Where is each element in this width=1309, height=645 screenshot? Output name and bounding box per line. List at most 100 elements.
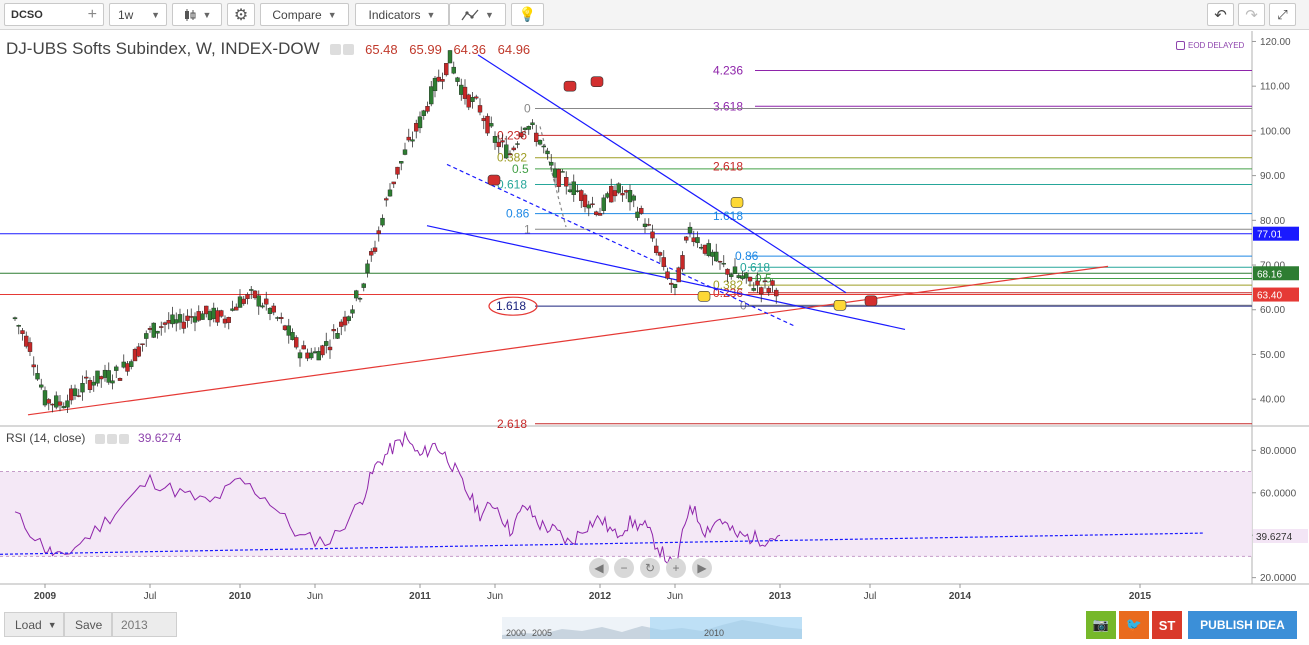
rsi-last-value: 39.6274 (1256, 532, 1293, 543)
twitter-button[interactable]: 🐦 (1119, 611, 1149, 639)
eye-icon[interactable] (94, 433, 105, 444)
candle-body (657, 252, 663, 256)
candle-body (597, 213, 603, 216)
high-value: 65.99 (409, 42, 442, 57)
candle-body (219, 310, 224, 317)
save-button[interactable]: Save (64, 612, 112, 637)
candle-body (470, 97, 475, 102)
time-tick-label: 2011 (409, 591, 431, 602)
candle-body (320, 345, 325, 356)
fib-level-label: 0.5 (512, 162, 529, 176)
candle-body (680, 255, 685, 270)
time-tick-label: Jun (667, 591, 683, 602)
main-pane[interactable] (0, 31, 1252, 426)
navigator-year-label: 2010 (704, 628, 724, 638)
zoom-out-button[interactable]: − (614, 558, 634, 578)
candle-body (65, 400, 70, 408)
rsi-value: 39.6274 (138, 431, 182, 445)
annotation-marker[interactable] (864, 295, 878, 307)
candle-body (534, 132, 539, 142)
candle-body (72, 388, 78, 396)
eye-icon[interactable] (330, 44, 342, 56)
rsi-tick-label: 60.0000 (1260, 488, 1297, 499)
candle-body (204, 305, 209, 315)
candle-body (507, 153, 513, 156)
close-icon[interactable] (118, 433, 129, 444)
load-button[interactable]: Load ▼ (4, 612, 64, 637)
annotation-marker[interactable] (730, 197, 744, 208)
candle-body (620, 193, 625, 196)
candle-body (87, 380, 93, 390)
candle-body (76, 395, 81, 397)
chart-name-label: 2013 (121, 617, 148, 632)
time-tick-label: Jun (487, 591, 503, 602)
candle-body (770, 280, 775, 286)
annotation-marker[interactable] (697, 291, 711, 302)
candle-body (369, 251, 374, 256)
candle-body (575, 190, 580, 192)
zoom-in-button[interactable]: + (666, 558, 686, 578)
chart-canvas[interactable]: 40.0050.0060.0070.0080.0090.00100.00110.… (0, 0, 1309, 605)
candle-body (297, 352, 303, 359)
candle-body (384, 198, 389, 201)
gear-icon[interactable] (343, 44, 355, 56)
candle-body (357, 298, 363, 300)
save-label: Save (75, 617, 103, 632)
fib-level-label: 0 (740, 298, 747, 312)
candle-body (215, 310, 220, 323)
candle-body (309, 352, 314, 359)
chart-name-field[interactable]: 2013 (112, 612, 177, 637)
candle-body (102, 369, 108, 378)
candle-body (125, 363, 130, 372)
candle-body (316, 351, 321, 361)
candle-body (391, 181, 396, 185)
candle-body (504, 144, 509, 159)
annotation-marker[interactable] (590, 76, 604, 88)
candle-body (174, 319, 179, 324)
navigator-strip[interactable]: 2000 2005 2010 (502, 617, 802, 639)
candle-body (114, 366, 119, 371)
candle-body (245, 294, 250, 299)
candle-body (710, 251, 715, 257)
snapshot-button[interactable]: 📷 (1086, 611, 1116, 639)
scroll-right-button[interactable]: ▶ (692, 558, 712, 578)
candle-body (410, 139, 415, 142)
candle-body (440, 79, 445, 82)
candle-body (706, 243, 711, 256)
stocktwits-button[interactable]: ST (1152, 611, 1182, 639)
candle-body (631, 195, 636, 201)
annotation-marker[interactable] (563, 80, 577, 92)
candle-body (286, 325, 291, 336)
candle-body (181, 321, 186, 329)
candle-body (144, 333, 149, 339)
open-value: 65.48 (365, 42, 398, 57)
gear-icon[interactable] (106, 433, 117, 444)
candle-body (46, 399, 51, 404)
candle-body (762, 280, 768, 282)
candle-body (151, 322, 156, 338)
candle-body (414, 123, 419, 132)
publish-idea-button[interactable]: PUBLISH IDEA (1188, 611, 1297, 639)
candle-body (425, 106, 430, 112)
price-tick-label: 90.00 (1260, 171, 1285, 182)
candle-body (395, 166, 400, 175)
close-value: 64.96 (497, 42, 531, 57)
candle-body (155, 330, 160, 334)
price-tick-label: 40.00 (1260, 395, 1285, 406)
candle-body (140, 343, 145, 346)
candle-body (500, 140, 505, 143)
scroll-left-button[interactable]: ◀ (589, 558, 609, 578)
candle-body (117, 378, 123, 381)
annotation-marker[interactable] (833, 299, 847, 311)
candle-body (207, 311, 213, 321)
candle-body (650, 231, 655, 239)
annotation-marker[interactable] (487, 174, 501, 186)
candle-body (252, 290, 258, 299)
candle-body (755, 280, 760, 286)
reset-button[interactable]: ↻ (640, 558, 660, 578)
price-label-value: 77.01 (1257, 230, 1282, 241)
candle-body (234, 306, 239, 311)
fib-level-label: 3.618 (713, 99, 743, 113)
twitter-icon: 🐦 (1125, 617, 1143, 632)
candle-body (676, 267, 681, 283)
